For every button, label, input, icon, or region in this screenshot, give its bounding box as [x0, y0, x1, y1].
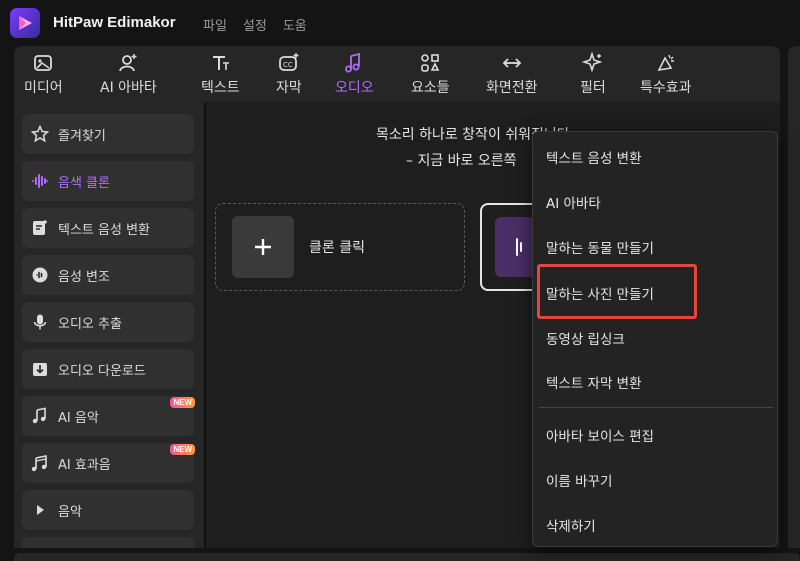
transition-icon: [502, 58, 522, 68]
sidebar-item-label: 오디오 추출: [58, 316, 122, 332]
top-toolbar: 미디어 AI 아바타 텍스트 CC 자막 오디오 요소들 화면전환 필터 특수효…: [14, 46, 780, 102]
sidebar-item-audio-extract[interactable]: 오디오 추출: [22, 302, 194, 342]
avatar-icon: [119, 54, 137, 72]
plus-icon[interactable]: [232, 216, 294, 278]
tab-text[interactable]: 텍스트: [201, 52, 240, 97]
menu-item-rename[interactable]: 이름 바꾸기: [546, 470, 612, 490]
text-to-speech-icon: [30, 218, 50, 238]
sidebar-item-label: 음색 클론: [58, 175, 110, 191]
sidebar-item-music[interactable]: 음악: [22, 490, 194, 530]
sidebar-item-label: 텍스트 음성 변환: [58, 222, 150, 238]
title-bar: HitPaw Edimakor 파일 설정 도움: [0, 0, 800, 46]
play-triangle-icon: [30, 500, 50, 520]
text-icon: [213, 56, 230, 70]
tab-audio[interactable]: 오디오: [335, 52, 374, 97]
audio-sidebar: 즐겨찾기 음색 클론 텍스트 음성 변환 음성 변조 오디오 추출 오디오 다운…: [14, 102, 204, 548]
highlight-box: [537, 264, 697, 319]
tab-ai-avatar-label: AI 아바타: [100, 80, 157, 96]
app-logo-icon: [10, 8, 40, 38]
menu-settings[interactable]: 설정: [243, 15, 267, 34]
right-panel-edge: [788, 46, 800, 548]
tab-captions-label: 자막: [276, 80, 302, 96]
tab-media-label: 미디어: [24, 80, 63, 96]
tab-captions[interactable]: CC 자막: [276, 52, 302, 97]
clone-card-label: 클론 클릭: [309, 240, 365, 256]
sidebar-item-ai-music[interactable]: AI 음악 NEW: [22, 396, 195, 436]
clone-card[interactable]: 클론 클릭: [215, 203, 465, 291]
ai-sfx-icon: [30, 453, 50, 473]
tab-media[interactable]: 미디어: [24, 52, 63, 97]
menu-item-talking-animal[interactable]: 말하는 동물 만들기: [546, 237, 654, 257]
media-icon: [34, 55, 53, 71]
tab-effects[interactable]: 특수효과: [640, 52, 692, 97]
timeline-edge: [14, 553, 800, 561]
menu-item-text-to-speech[interactable]: 텍스트 음성 변환: [546, 147, 642, 167]
tab-transitions-label: 화면전환: [486, 80, 538, 96]
tab-elements[interactable]: 요소들: [411, 52, 450, 97]
menu-item-ai-avatar[interactable]: AI 아바타: [546, 192, 601, 212]
tab-text-label: 텍스트: [201, 80, 240, 96]
voice-wave-icon: [30, 171, 50, 191]
caption-icon: CC: [278, 53, 299, 71]
voice-card-selected[interactable]: [480, 203, 541, 291]
star-icon: [30, 124, 50, 144]
tab-filters-label: 필터: [580, 80, 606, 96]
menu-item-text-subtitle[interactable]: 텍스트 자막 변환: [546, 372, 642, 392]
menu-bar: 파일 설정 도움: [203, 15, 307, 34]
elements-icon: [421, 54, 440, 72]
ai-music-icon: [30, 406, 50, 426]
effects-icon: [657, 54, 674, 72]
voice-change-icon: [30, 265, 50, 285]
new-badge: NEW: [170, 444, 195, 455]
tab-effects-label: 특수효과: [640, 80, 692, 96]
tab-elements-label: 요소들: [411, 80, 450, 96]
hint-text-line2: – 지금 바로 오른쪽: [406, 153, 517, 169]
menu-item-avatar-voice-edit[interactable]: 아바타 보이스 편집: [546, 425, 654, 445]
menu-separator: [539, 407, 773, 408]
sidebar-item-label: AI 음악: [58, 410, 99, 426]
sidebar-item-text-to-speech[interactable]: 텍스트 음성 변환: [22, 208, 194, 248]
app-title: HitPaw Edimakor: [53, 14, 176, 31]
sidebar-item-label: 음성 변조: [58, 269, 110, 285]
menu-help[interactable]: 도움: [283, 15, 307, 34]
sidebar-item-label: 음악: [58, 504, 82, 520]
download-icon: [30, 359, 50, 379]
menu-file[interactable]: 파일: [203, 15, 227, 34]
tab-filters[interactable]: 필터: [580, 52, 606, 97]
sidebar-item-voice-clone[interactable]: 음색 클론: [22, 161, 194, 201]
sidebar-item-favorites[interactable]: 즐겨찾기: [22, 114, 194, 154]
tab-ai-avatar[interactable]: AI 아바타: [100, 52, 157, 97]
sidebar-item-label: AI 효과음: [58, 457, 111, 473]
sidebar-item-ai-sfx[interactable]: AI 효과음 NEW: [22, 443, 195, 483]
sidebar-item-audio-download[interactable]: 오디오 다운로드: [22, 349, 194, 389]
context-menu: 텍스트 음성 변환 AI 아바타 말하는 동물 만들기 말하는 사진 만들기 동…: [532, 131, 778, 547]
sidebar-item-partial: [22, 537, 194, 548]
svg-text:CC: CC: [283, 61, 293, 69]
sidebar-item-label: 즐겨찾기: [58, 128, 106, 144]
new-badge: NEW: [170, 397, 195, 408]
menu-item-lip-sync[interactable]: 동영상 립싱크: [546, 328, 625, 348]
menu-item-delete[interactable]: 삭제하기: [546, 515, 596, 535]
tab-transitions[interactable]: 화면전환: [486, 52, 538, 97]
sidebar-item-voice-changer[interactable]: 음성 변조: [22, 255, 194, 295]
tab-audio-label: 오디오: [335, 80, 374, 96]
audio-icon: [345, 52, 361, 73]
microphone-icon: [30, 312, 50, 332]
sidebar-item-label: 오디오 다운로드: [58, 363, 146, 379]
filter-icon: [581, 52, 603, 73]
